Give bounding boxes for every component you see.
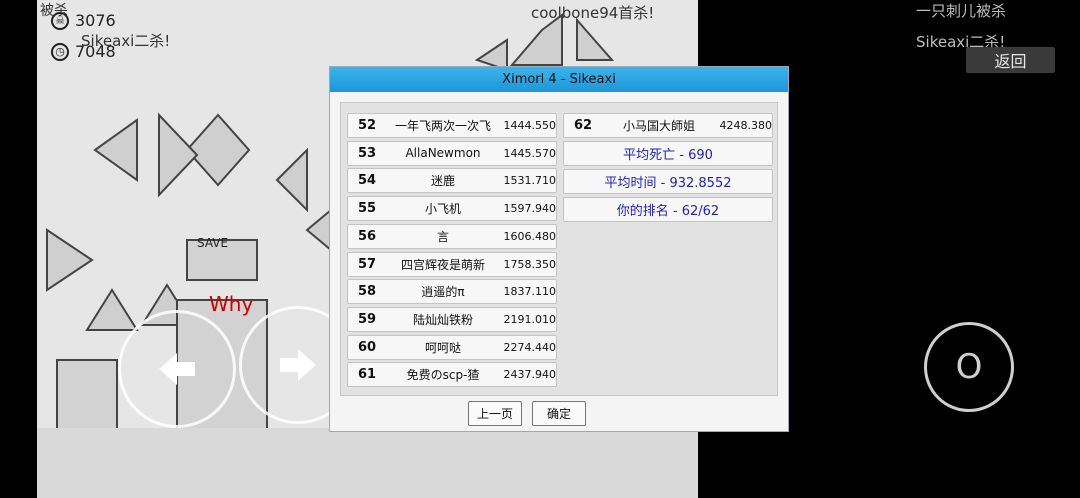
your-rank: 你的排名 - 62/62 [563,197,773,222]
player-time: 1606.480 [503,229,557,243]
ground [37,428,698,498]
player-time: 1445.570 [503,146,557,160]
avg-deaths: 平均死亡 - 690 [563,141,773,166]
rank-row: 54 迷鹿 1531.710 [347,168,557,194]
rank-row: 59 陆灿灿铁粉 2191.010 [347,306,557,332]
clock-icon: ◷ [51,42,69,61]
dialog-title: Ximorl 4 - Sikeaxi [330,67,788,92]
back-button[interactable]: 返回 [966,47,1055,73]
death-counter: ☠ 3076 [51,11,116,30]
rank-row: 60 呵呵哒 2274.440 [347,334,557,360]
confirm-button[interactable]: 确定 [532,401,586,426]
time-value: 7048 [75,42,116,61]
rank-number: 58 [358,284,377,300]
why-sign: Why [209,292,254,316]
side-message-1: 一只刺儿被杀 [916,2,1007,20]
player-name: 四宫辉夜是萌新 [400,257,485,272]
player-time: 1758.350 [503,257,557,271]
rank-row: 57 四宫辉夜是萌新 1758.350 [347,251,557,277]
player-time: 2274.440 [503,340,557,354]
rank-row: 58 逍遥的π 1837.110 [347,279,557,305]
player-time: 2437.940 [503,368,557,382]
leaderboard-dialog: Ximorl 4 - Sikeaxi 52 一年飞两次一次飞 1444.550 53 A… [329,66,789,432]
my-rank-row: 62 小马国大師姐 4248.380 [563,113,773,138]
rank-number: 54 [358,173,377,189]
skull-icon: ☠ [51,11,69,30]
player-time: 2191.010 [503,312,557,326]
rank-row: 53 AllaNewmon 1445.570 [347,140,557,166]
rank-number: 59 [358,311,377,327]
rank-number: 62 [574,118,593,133]
death-count: 3076 [75,11,116,30]
player-time: 1444.550 [503,119,557,132]
rank-number: 60 [358,339,377,355]
rank-number: 61 [358,367,377,383]
leaderboard-panel: 52 一年飞两次一次飞 1444.550 53 AllaNewmon 1445.570 54… [340,102,778,396]
jump-button[interactable]: O [924,322,1014,412]
first-kill-notice: coolbone94首杀! [531,4,655,22]
player-name: 言 [436,229,449,244]
rank-number: 52 [358,118,377,133]
rank-number: 53 [358,145,377,161]
player-name: 陆灿灿铁粉 [412,312,473,327]
player-name: 免费のscp-猹 [406,368,480,383]
save-sign: SAVE [197,236,229,250]
arrow-left-icon [159,353,195,385]
player-time: 1837.110 [503,285,557,299]
player-name: 一年飞两次一次飞 [394,119,491,133]
avg-time: 平均时间 - 932.8552 [563,169,773,194]
rank-row: 56 言 1606.480 [347,223,557,249]
rank-row: 52 一年飞两次一次飞 1444.550 [347,113,557,138]
prev-page-button[interactable]: 上一页 [468,401,522,426]
rank-row: 55 小飞机 1597.940 [347,196,557,222]
rank-number: 56 [358,228,377,244]
timer: ◷ 7048 [51,42,116,61]
player-time: 4248.380 [719,119,773,132]
player-name: 迷鹿 [430,174,455,189]
player-name: 小马国大師姐 [622,119,695,133]
player-time: 1531.710 [503,174,557,188]
player-name: 呵呵哒 [424,340,461,355]
player-name: AllaNewmon [405,146,481,161]
player-name: 小飞机 [424,202,461,217]
rank-number: 57 [358,256,377,272]
player-name: 逍遥的π [421,285,465,300]
arrow-right-icon [280,349,316,381]
left-arrow-button[interactable] [118,310,236,428]
rank-row: 61 免费のscp-猹 2437.940 [347,362,557,388]
player-time: 1597.940 [503,202,557,216]
rank-number: 55 [358,201,377,217]
